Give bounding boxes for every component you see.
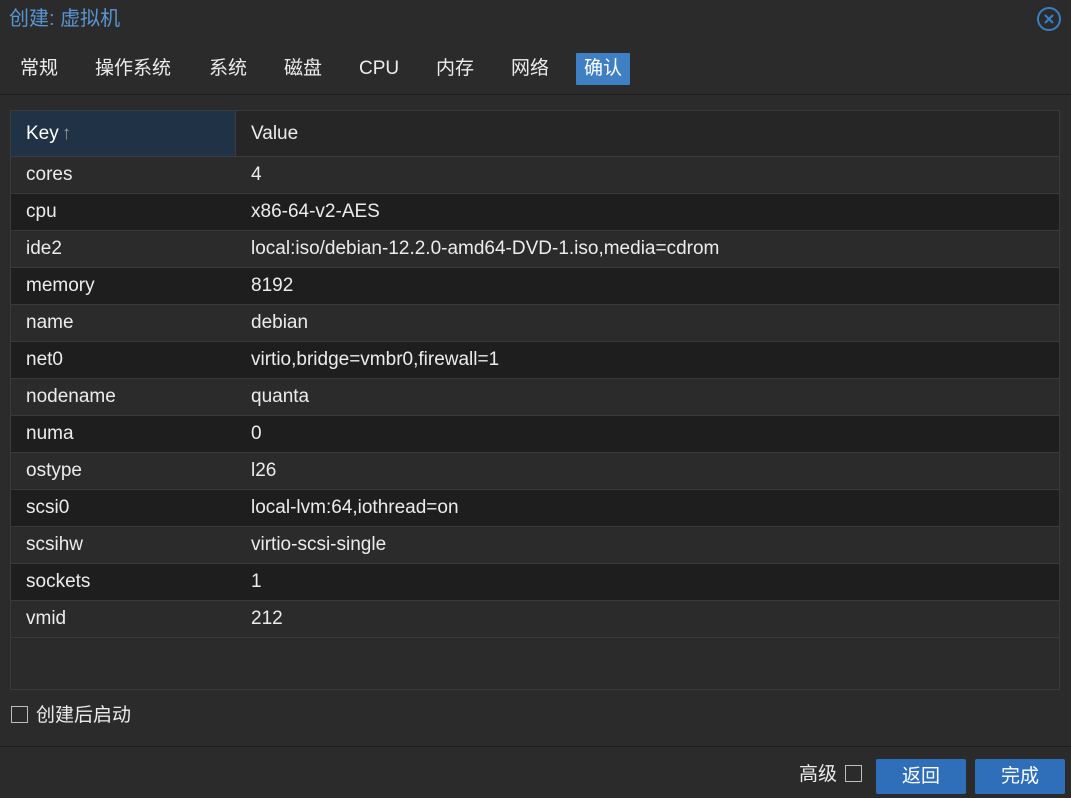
- dialog-title: 创建: 虚拟机: [9, 8, 121, 30]
- table-row[interactable]: name debian: [11, 305, 1059, 342]
- row-key: scsi0: [26, 497, 70, 518]
- row-value: virtio-scsi-single: [251, 534, 387, 555]
- column-header-key-label: Key: [26, 123, 59, 144]
- table-row[interactable]: scsi0 local-lvm:64,iothread=on: [11, 490, 1059, 527]
- finish-button[interactable]: 完成: [975, 759, 1065, 794]
- tab-general[interactable]: 常规: [12, 53, 66, 85]
- advanced-label: 高级: [799, 764, 838, 785]
- row-value: 4: [251, 164, 262, 185]
- row-key: nodename: [26, 386, 116, 407]
- row-value: local:iso/debian-12.2.0-amd64-DVD-1.iso,…: [251, 238, 720, 259]
- back-button[interactable]: 返回: [876, 759, 966, 794]
- row-value: debian: [251, 312, 309, 333]
- row-key: cpu: [26, 201, 57, 222]
- column-header-key[interactable]: Key ↑: [11, 111, 236, 156]
- tab-system[interactable]: 系统: [201, 53, 255, 85]
- grid-header: Key ↑ Value: [11, 111, 1059, 157]
- tab-cpu[interactable]: CPU: [351, 53, 407, 85]
- table-row[interactable]: numa 0: [11, 416, 1059, 453]
- tab-memory[interactable]: 内存: [428, 53, 482, 85]
- tab-os[interactable]: 操作系统: [87, 53, 179, 85]
- start-after-created-label: 创建后启动: [36, 705, 132, 726]
- table-row[interactable]: sockets 1: [11, 564, 1059, 601]
- row-key: ostype: [26, 460, 82, 481]
- title-bar: 创建: 虚拟机: [0, 0, 1071, 40]
- start-after-created-checkbox[interactable]: 创建后启动: [11, 704, 131, 728]
- footer-divider: [0, 746, 1071, 747]
- row-key: vmid: [26, 608, 67, 629]
- advanced-checkbox[interactable]: [845, 765, 863, 782]
- tab-network[interactable]: 网络: [503, 53, 557, 85]
- table-row[interactable]: ostype l26: [11, 453, 1059, 490]
- row-value: local-lvm:64,iothread=on: [251, 497, 459, 518]
- row-key: name: [26, 312, 74, 333]
- row-value: 0: [251, 423, 262, 444]
- row-value: 8192: [251, 275, 294, 296]
- advanced-toggle[interactable]: 高级: [799, 763, 863, 787]
- tab-confirm[interactable]: 确认: [576, 53, 631, 85]
- row-key: scsihw: [26, 534, 84, 555]
- column-header-value[interactable]: Value: [236, 111, 1059, 156]
- row-value: quanta: [251, 386, 310, 407]
- wizard-tabs: 常规 操作系统 系统 磁盘 CPU 内存 网络 确认: [0, 51, 1071, 87]
- table-row[interactable]: vmid 212: [11, 601, 1059, 638]
- row-key: net0: [26, 349, 63, 370]
- row-value: virtio,bridge=vmbr0,firewall=1: [251, 349, 500, 370]
- table-row[interactable]: cores 4: [11, 157, 1059, 194]
- row-value: x86-64-v2-AES: [251, 201, 380, 222]
- row-value: 212: [251, 608, 283, 629]
- tab-disks[interactable]: 磁盘: [276, 53, 330, 85]
- row-key: sockets: [26, 571, 91, 592]
- row-key: memory: [26, 275, 95, 296]
- close-icon[interactable]: [1037, 7, 1061, 31]
- row-key: cores: [26, 164, 73, 185]
- row-key: numa: [26, 423, 74, 444]
- sort-ascending-icon: ↑: [61, 123, 72, 144]
- create-vm-dialog: 创建: 虚拟机 常规 操作系统 系统 磁盘 CPU 内存 网络 确认 Key ↑ …: [0, 0, 1071, 798]
- row-key: ide2: [26, 238, 62, 259]
- table-row[interactable]: net0 virtio,bridge=vmbr0,firewall=1: [11, 342, 1059, 379]
- row-value: 1: [251, 571, 262, 592]
- table-row[interactable]: scsihw virtio-scsi-single: [11, 527, 1059, 564]
- summary-grid: Key ↑ Value cores 4 cpu x86-64-v2-AES ide…: [10, 110, 1060, 690]
- table-row[interactable]: cpu x86-64-v2-AES: [11, 194, 1059, 231]
- table-row[interactable]: nodename quanta: [11, 379, 1059, 416]
- tab-divider: [0, 94, 1071, 95]
- row-value: l26: [251, 460, 277, 481]
- table-row[interactable]: memory 8192: [11, 268, 1059, 305]
- checkbox-box[interactable]: [11, 706, 28, 723]
- table-row[interactable]: ide2 local:iso/debian-12.2.0-amd64-DVD-1…: [11, 231, 1059, 268]
